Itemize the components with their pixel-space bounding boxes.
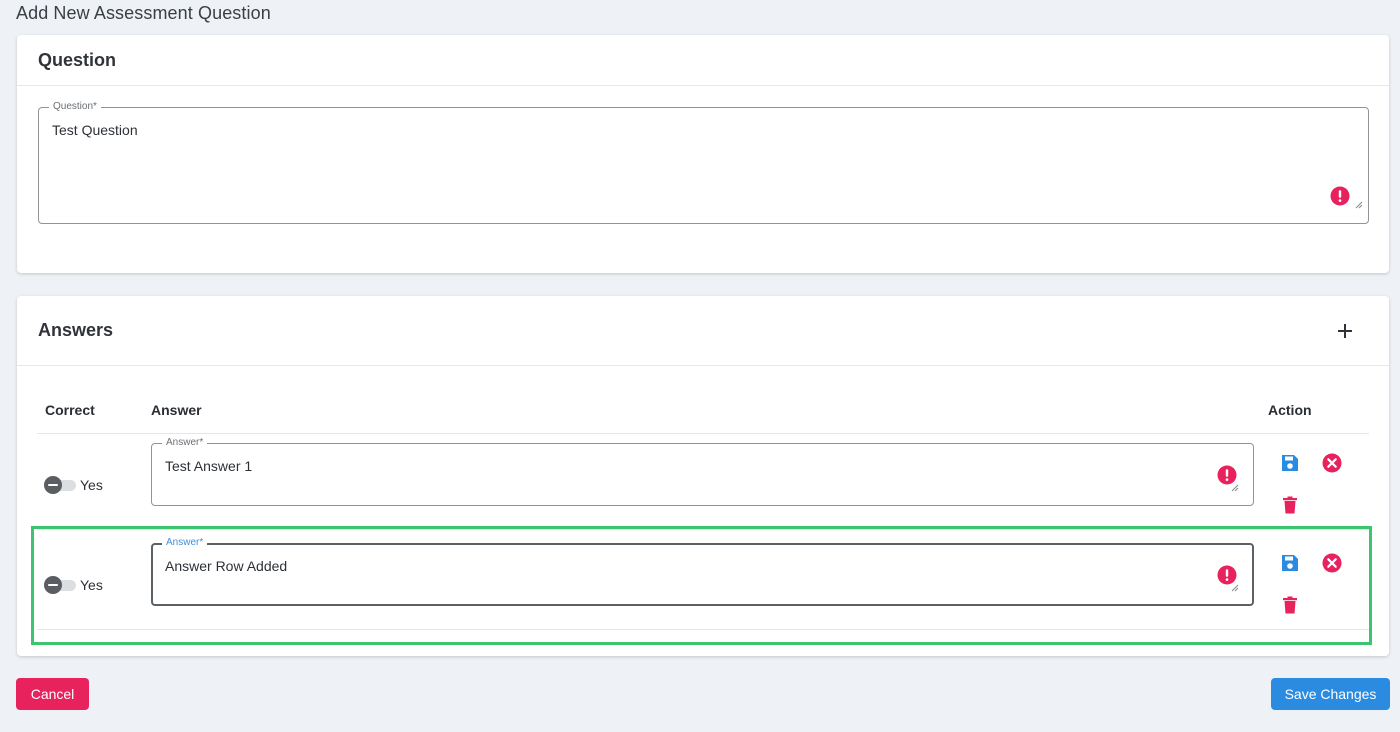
row-divider (37, 529, 1369, 530)
table-header-divider (37, 433, 1369, 434)
plus-icon (1338, 323, 1352, 338)
add-answer-button[interactable] (1331, 317, 1359, 345)
correct-toggle[interactable] (44, 476, 78, 494)
question-field-label: Question* (49, 101, 101, 113)
cancel-row-icon[interactable] (1321, 552, 1343, 574)
resize-grip-icon[interactable] (1231, 484, 1239, 492)
page-title: Add New Assessment Question (16, 3, 271, 23)
answer-field-value[interactable]: Test Answer 1 (165, 458, 252, 474)
answer-field[interactable]: Answer* Test Answer 1 (151, 437, 1254, 506)
answer-field[interactable]: Answer* Answer Row Added (151, 537, 1254, 606)
answers-table: Correct Answer Action Yes Answer* Test A… (37, 388, 1369, 634)
error-icon (1330, 186, 1350, 206)
cancel-button[interactable]: Cancel (16, 678, 89, 710)
question-card: Question Question* Test Question (17, 35, 1389, 273)
resize-grip-icon[interactable] (1231, 584, 1239, 592)
question-field-value[interactable]: Test Question (52, 122, 138, 138)
column-header-action: Action (1268, 402, 1312, 418)
row-divider (37, 629, 1369, 630)
correct-toggle-label: Yes (80, 477, 103, 493)
cancel-row-icon[interactable] (1321, 452, 1343, 474)
error-icon (1217, 565, 1237, 585)
save-row-icon[interactable] (1279, 452, 1301, 474)
correct-toggle-label: Yes (80, 577, 103, 593)
column-header-answer: Answer (151, 402, 202, 418)
correct-toggle[interactable] (44, 576, 78, 594)
answers-card-title: Answers (38, 320, 114, 340)
resize-grip-icon[interactable] (1355, 201, 1363, 209)
question-card-header: Question (17, 35, 1389, 86)
column-header-correct: Correct (45, 402, 95, 418)
answers-card: Answers Correct Answer Action Yes Answer… (17, 296, 1389, 656)
delete-row-icon[interactable] (1279, 594, 1301, 616)
error-icon (1217, 465, 1237, 485)
delete-row-icon[interactable] (1279, 494, 1301, 516)
answers-card-header: Answers (17, 296, 1389, 366)
save-changes-button[interactable]: Save Changes (1271, 678, 1390, 710)
save-row-icon[interactable] (1279, 552, 1301, 574)
answer-field-value[interactable]: Answer Row Added (165, 558, 287, 574)
answer-field-label: Answer* (162, 437, 208, 449)
question-field[interactable]: Question* Test Question (38, 101, 1369, 224)
answer-field-label: Answer* (162, 537, 208, 549)
